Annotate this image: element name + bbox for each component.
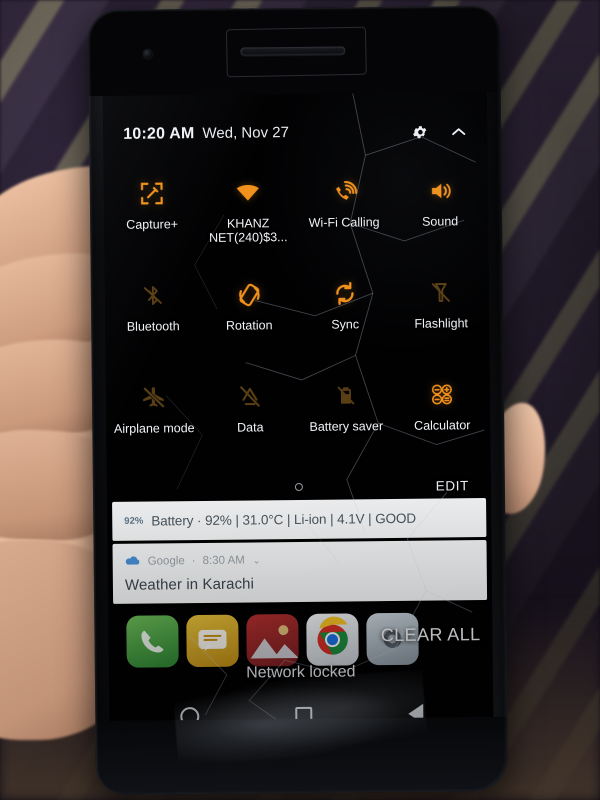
airplane-off-icon: [141, 377, 167, 417]
quick-tile-capture-plus[interactable]: Capture+: [104, 165, 201, 262]
quick-tile-label: Bluetooth: [126, 319, 180, 334]
notification-header: Google · 8:30 AM ⌄: [125, 549, 477, 571]
quick-tile-rotation[interactable]: Rotation: [201, 266, 298, 363]
phone-icon[interactable]: [126, 615, 179, 668]
smartphone-device: 10:20 AM Wed, Nov 27 Capture+ KHANZ NET(…: [87, 5, 509, 796]
quick-tile-wifi[interactable]: KHANZ NET(240)$3...: [200, 164, 297, 261]
quick-tile-label: Calculator: [414, 418, 471, 433]
chrome-icon[interactable]: [306, 613, 359, 666]
battery-badge: 92%: [124, 515, 144, 527]
quick-tile-label: Rotation: [225, 318, 273, 333]
quick-tile-battery-saver[interactable]: Battery saver: [298, 367, 395, 464]
quick-tile-wifi-calling[interactable]: Wi-Fi Calling: [296, 163, 393, 260]
quick-settings-footer: EDIT: [107, 472, 491, 502]
quick-tile-label: Sound: [421, 214, 459, 229]
battery-saver-off-icon: [335, 375, 357, 415]
status-bar: 10:20 AM Wed, Nov 27: [103, 116, 487, 150]
quick-tile-calculator[interactable]: Calculator: [394, 366, 491, 463]
wifi-calling-icon: [330, 171, 357, 211]
quick-tile-bluetooth[interactable]: Bluetooth: [105, 267, 202, 364]
gallery-icon[interactable]: [246, 614, 299, 667]
quick-tile-sound[interactable]: Sound: [392, 162, 489, 259]
top-bezel: [87, 5, 501, 97]
quick-tile-airplane-mode[interactable]: Airplane mode: [106, 369, 203, 466]
dock: [126, 612, 419, 668]
notification-battery[interactable]: 92% Battery · 92% | 31.0°C | Li-ion | 4.…: [112, 498, 487, 541]
calculator-icon: [429, 374, 455, 414]
page-indicator-dot: [294, 482, 303, 492]
status-date: Wed, Nov 27: [202, 124, 289, 142]
message-icon[interactable]: [186, 614, 239, 668]
notification-time: 8:30 AM: [202, 554, 245, 568]
sound-icon: [426, 170, 453, 210]
quick-settings-grid: Capture+ KHANZ NET(240)$3... Wi-Fi Calli…: [104, 162, 491, 466]
quick-tile-sync[interactable]: Sync: [297, 265, 394, 362]
quick-tile-flashlight[interactable]: Flashlight: [393, 264, 490, 361]
notification-separator: ·: [191, 555, 196, 568]
mobile-data-off-icon: [237, 376, 263, 416]
phone-screen: 10:20 AM Wed, Nov 27 Capture+ KHANZ NET(…: [102, 92, 494, 721]
edit-button[interactable]: EDIT: [436, 478, 469, 493]
bottom-bezel: [95, 669, 509, 796]
capture-plus-icon: [139, 173, 165, 213]
notification-google-weather[interactable]: Google · 8:30 AM ⌄ Weather in Karachi: [112, 540, 488, 604]
notification-app-name: Google: [147, 555, 185, 568]
quick-tile-label: Battery saver: [309, 419, 384, 434]
quick-tile-label: Sync: [331, 317, 360, 332]
clock-group: 10:20 AM Wed, Nov 27: [123, 124, 289, 144]
gear-icon[interactable]: [411, 123, 428, 140]
quick-tile-label: Airplane mode: [113, 421, 195, 436]
flashlight-off-icon: [429, 272, 453, 312]
quick-tile-label: Data: [237, 420, 264, 435]
quick-tile-label: Wi-Fi Calling: [308, 215, 380, 230]
rotation-icon: [235, 274, 262, 314]
bluetooth-off-icon: [141, 275, 165, 315]
status-time: 10:20 AM: [123, 125, 195, 143]
front-camera: [143, 49, 153, 59]
quick-tile-label: Flashlight: [414, 316, 469, 331]
chevron-down-icon[interactable]: ⌄: [253, 555, 261, 566]
status-bar-actions: [411, 123, 467, 141]
quick-tile-data[interactable]: Data: [202, 368, 299, 465]
notification-title: Weather in Karachi: [124, 575, 255, 594]
wifi-icon: [234, 172, 262, 212]
battery-notification-text: Battery · 92% | 31.0°C | Li-ion | 4.1V |…: [151, 510, 417, 529]
chevron-up-icon[interactable]: [450, 125, 467, 137]
earpiece-speaker: [240, 46, 346, 56]
clear-all-button[interactable]: CLEAR ALL: [381, 624, 481, 646]
cloud-icon: [125, 553, 141, 571]
notification-list: 92% Battery · 92% | 31.0°C | Li-ion | 4.…: [112, 498, 488, 607]
sync-icon: [332, 273, 358, 313]
quick-tile-label: Capture+: [126, 217, 179, 232]
quick-tile-label: KHANZ NET(240)$3...: [208, 216, 288, 245]
